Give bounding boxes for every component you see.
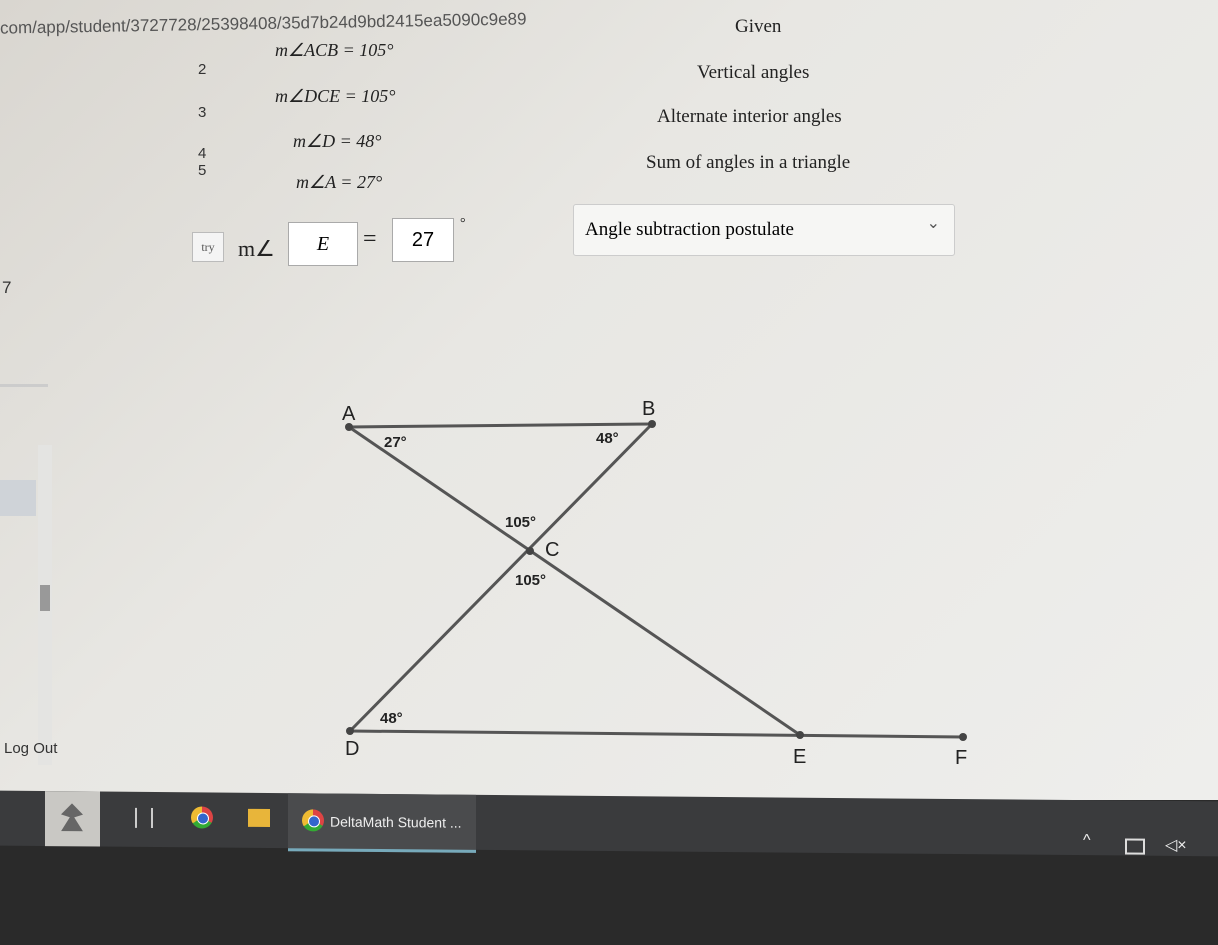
speaker-muted-icon[interactable]: ◁× (1165, 835, 1187, 855)
label-D: D (345, 738, 359, 760)
label-F: F (955, 747, 967, 769)
segment-DF (349, 729, 964, 739)
chevron-up-icon[interactable]: ^ (1083, 832, 1091, 850)
taskbar: DeltaMath Student ... ^ ◁× (0, 790, 1218, 857)
geometry-diagram: A B C D E F 27° 48° 105° 105° 48° (342, 398, 967, 769)
point-C (526, 547, 534, 555)
segment-AB (348, 422, 653, 429)
label-A: A (342, 403, 356, 425)
browser-page: com/app/student/3727728/25398408/35d7b24… (0, 0, 1218, 800)
point-D (346, 727, 354, 735)
angle-label-A: 27° (384, 434, 407, 451)
chrome-icon[interactable] (191, 806, 213, 829)
segment-BD (348, 422, 654, 733)
window-title: DeltaMath Student ... (330, 813, 462, 831)
label-C: C (545, 539, 559, 561)
label-E: E (793, 746, 806, 768)
taskbar-window-deltamath[interactable]: DeltaMath Student ... (288, 793, 476, 853)
label-B: B (642, 398, 655, 420)
segment-AE (348, 425, 801, 737)
point-F (959, 733, 967, 741)
start-button[interactable] (45, 791, 100, 847)
point-B (648, 420, 656, 428)
angle-label-DCE: 105° (515, 572, 546, 589)
battery-icon[interactable] (1125, 838, 1145, 855)
angle-label-ACB: 105° (505, 514, 536, 531)
point-E (796, 731, 804, 739)
angle-label-D: 48° (380, 710, 403, 727)
angle-label-B: 48° (596, 430, 619, 447)
logo-icon (61, 803, 83, 831)
task-view-icon[interactable] (135, 807, 153, 829)
chrome-icon (302, 809, 324, 832)
file-explorer-icon[interactable] (248, 808, 270, 828)
